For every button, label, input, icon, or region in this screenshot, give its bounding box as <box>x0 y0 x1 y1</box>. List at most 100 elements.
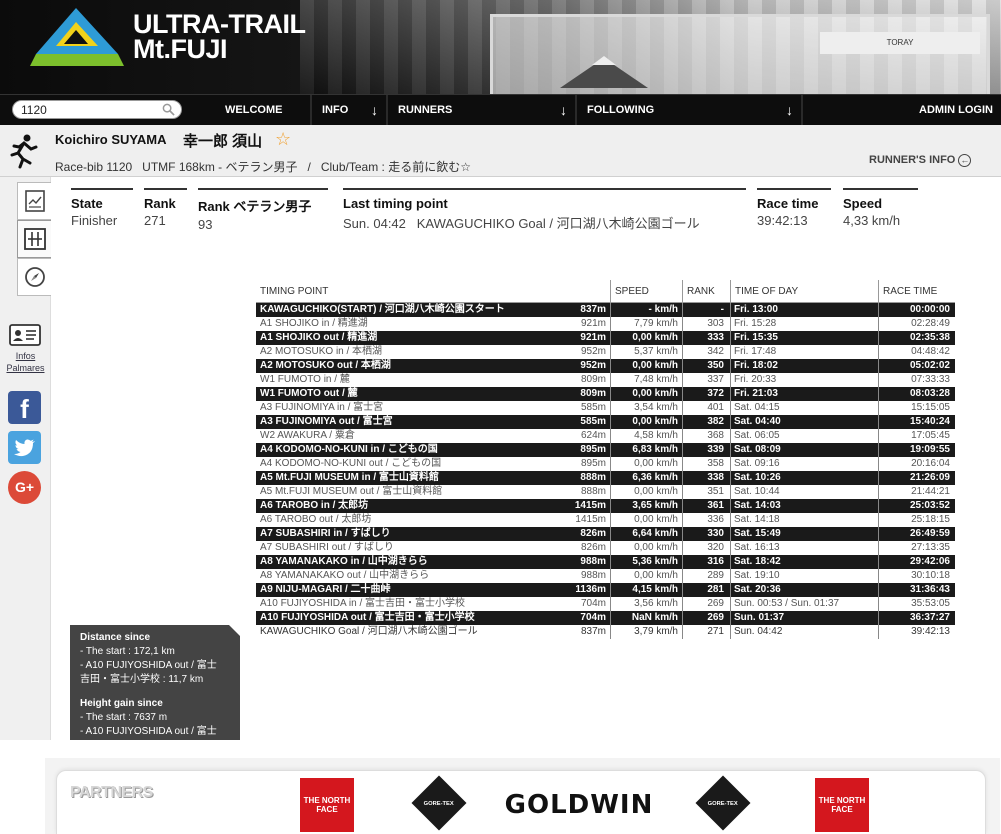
col-time-of-day[interactable]: TIME OF DAY <box>730 280 878 303</box>
bib-search-input[interactable]: 1120 <box>12 100 182 119</box>
altitude-cell: 952m <box>580 346 606 357</box>
column-divider <box>878 555 879 569</box>
table-row[interactable]: A5 Mt.FUJI MUSEUM in / 富士山資料館 888m 6,36 km… <box>256 471 955 485</box>
altitude-cell: 895m <box>580 444 606 455</box>
altitude-cell: 826m <box>580 528 606 539</box>
column-divider <box>730 625 731 639</box>
timing-point-cell: A9 NIJU-MAGARI / 二十曲峠 <box>260 584 391 595</box>
table-row[interactable]: A8 YAMANAKAKO out / 山中湖きらら 988m 0,00 km/h 2… <box>256 569 955 583</box>
speed-cell: 0,00 km/h <box>632 360 678 371</box>
speed-cell: 3,79 km/h <box>634 626 678 637</box>
the-north-face-logo[interactable]: THE NORTH FACE <box>815 778 869 832</box>
column-divider <box>610 303 611 317</box>
column-divider <box>610 429 611 443</box>
altitude-cell: 988m <box>580 570 606 581</box>
table-row[interactable]: A4 KODOMO-NO-KUNI in / こどもの国 895m 6,83 km/… <box>256 443 955 457</box>
facebook-icon[interactable]: f <box>8 391 41 424</box>
palmares-link[interactable]: Palmares <box>0 363 51 373</box>
table-row[interactable]: A8 YAMANAKAKO in / 山中湖きらら 988m 5,36 km/h 31… <box>256 555 955 569</box>
table-row[interactable]: A3 FUJINOMIYA out / 富士宮 585m 0,00 km/h 382 S… <box>256 415 955 429</box>
site-title[interactable]: ULTRA-TRAIL Mt.FUJI <box>133 11 306 63</box>
distance-summary-box: Distance since - The start : 172,1 km - … <box>70 625 240 740</box>
speed-cell: 0,00 km/h <box>634 514 678 525</box>
nav-info[interactable]: INFO ↓ <box>310 95 386 126</box>
speed-cell: 0,00 km/h <box>632 388 678 399</box>
timing-point-cell: A10 FUJIYOSHIDA out / 富士吉田・富士小学校 <box>260 612 475 623</box>
time-of-day-cell: Sat. 14:18 <box>734 514 780 525</box>
table-row[interactable]: KAWAGUCHIKO Goal / 河口湖八木崎公園ゴール 837m 3,79 k… <box>256 625 955 639</box>
twitter-icon[interactable] <box>8 431 41 464</box>
col-speed[interactable]: SPEED <box>610 280 682 303</box>
runners-info-link[interactable]: RUNNER'S INFO ← <box>869 154 972 167</box>
table-row[interactable]: W1 FUMOTO in / 麓 809m 7,48 km/h 337 Fri. 20:… <box>256 373 955 387</box>
table-row[interactable]: A6 TAROBO in / 太郎坊 1415m 3,65 km/h 361 Sat. … <box>256 499 955 513</box>
col-timing-point[interactable]: TIMING POINT <box>256 280 610 303</box>
id-card-icon[interactable] <box>9 324 41 346</box>
altitude-cell: 921m <box>580 332 606 343</box>
runner-name-kanji: 幸一郎 須山 <box>183 133 263 150</box>
favorite-star-icon[interactable]: ☆ <box>275 129 291 150</box>
nav-admin-login[interactable]: ADMIN LOGIN <box>801 95 1001 126</box>
table-row[interactable]: A7 SUBASHIRI in / すばしり 826m 6,64 km/h 330 Sa… <box>256 527 955 541</box>
col-race-time[interactable]: RACE TIME <box>878 280 955 303</box>
stat-category-rank: Rank ベテラン男子 93 <box>198 188 328 232</box>
header-banner: TORAY ULTRA-TRAIL Mt.FUJI <box>0 0 1001 94</box>
column-divider <box>730 359 731 373</box>
speed-cell: 0,00 km/h <box>634 458 678 469</box>
table-row[interactable]: A9 NIJU-MAGARI / 二十曲峠 1136m 4,15 km/h 281 Sa… <box>256 583 955 597</box>
column-divider <box>878 359 879 373</box>
nav-runners[interactable]: RUNNERS ↓ <box>386 95 575 126</box>
column-divider <box>730 541 731 555</box>
table-row[interactable]: A2 MOTOSUKO out / 本栖湖 952m 0,00 km/h 350 Fri… <box>256 359 955 373</box>
speed-cell: NaN km/h <box>631 612 678 623</box>
race-time-cell: 25:18:15 <box>911 514 950 525</box>
table-row[interactable]: A3 FUJINOMIYA in / 富士宮 585m 3,54 km/h 401 Sa… <box>256 401 955 415</box>
column-divider <box>682 583 683 597</box>
timing-point-cell: A10 FUJIYOSHIDA in / 富士吉田・富士小学校 <box>260 598 466 609</box>
table-row[interactable]: A1 SHOJIKO out / 精進湖 921m 0,00 km/h 333 Fri.… <box>256 331 955 345</box>
column-divider <box>730 429 731 443</box>
column-divider <box>730 471 731 485</box>
speed-cell: 3,56 km/h <box>634 598 678 609</box>
nav-welcome[interactable]: WELCOME <box>215 95 310 126</box>
search-icon[interactable] <box>162 103 175 116</box>
race-time-cell: 36:37:27 <box>909 612 950 623</box>
google-plus-icon[interactable]: G+ <box>8 471 41 504</box>
table-row[interactable]: A10 FUJIYOSHIDA out / 富士吉田・富士小学校 704m NaN … <box>256 611 955 625</box>
table-row[interactable]: KAWAGUCHIKO(START) / 河口湖八木崎公園スタート 837m - k… <box>256 303 955 317</box>
speed-cell: 0,00 km/h <box>632 332 678 343</box>
table-row[interactable]: A7 SUBASHIRI out / すばしり 826m 0,00 km/h 320 S… <box>256 541 955 555</box>
table-row[interactable]: A10 FUJIYOSHIDA in / 富士吉田・富士小学校 704m 3,56 … <box>256 597 955 611</box>
speed-cell: - km/h <box>648 304 678 315</box>
table-row[interactable]: W1 FUMOTO out / 麓 809m 0,00 km/h 372 Fri. 21… <box>256 387 955 401</box>
table-header: TIMING POINT SPEED RANK TIME OF DAY RACE… <box>256 280 955 303</box>
col-rank[interactable]: RANK <box>682 280 730 303</box>
column-divider <box>730 485 731 499</box>
column-divider <box>730 317 731 331</box>
tab-chart-button[interactable] <box>17 182 51 220</box>
rank-cell: 281 <box>707 584 724 595</box>
column-divider <box>682 331 683 345</box>
column-divider <box>682 317 683 331</box>
tab-table-button[interactable] <box>17 220 51 258</box>
utmf-logo-icon[interactable] <box>28 4 124 70</box>
altitude-cell: 888m <box>580 472 606 483</box>
height-line: - The start : 7637 m <box>80 712 168 723</box>
the-north-face-logo[interactable]: THE NORTH FACE <box>300 778 354 832</box>
table-row[interactable]: A2 MOTOSUKO in / 本栖湖 952m 5,37 km/h 342 Fri.… <box>256 345 955 359</box>
table-row[interactable]: A4 KODOMO-NO-KUNI out / こどもの国 895m 0,00 km… <box>256 457 955 471</box>
speed-cell: 5,36 km/h <box>632 556 678 567</box>
table-row[interactable]: A6 TAROBO out / 太郎坊 1415m 0,00 km/h 336 Sat.… <box>256 513 955 527</box>
goldwin-logo[interactable]: GOLDWIN <box>505 790 653 820</box>
table-row[interactable]: W2 AWAKURA / 粟倉 624m 4,58 km/h 368 Sat. 06:0… <box>256 429 955 443</box>
tab-map-button[interactable] <box>17 258 51 296</box>
infos-link[interactable]: Infos <box>0 351 51 361</box>
table-row[interactable]: A1 SHOJIKO in / 精進湖 921m 7,79 km/h 303 Fri. … <box>256 317 955 331</box>
column-divider <box>878 317 879 331</box>
column-divider <box>610 401 611 415</box>
table-row[interactable]: A5 Mt.FUJI MUSEUM out / 富士山資料館 888m 0,00 k… <box>256 485 955 499</box>
stat-speed: Speed 4,33 km/h <box>843 188 918 228</box>
nav-following[interactable]: FOLLOWING ↓ <box>575 95 801 126</box>
timing-point-cell: W1 FUMOTO in / 麓 <box>260 374 350 385</box>
chevron-down-icon: ↓ <box>371 102 378 118</box>
